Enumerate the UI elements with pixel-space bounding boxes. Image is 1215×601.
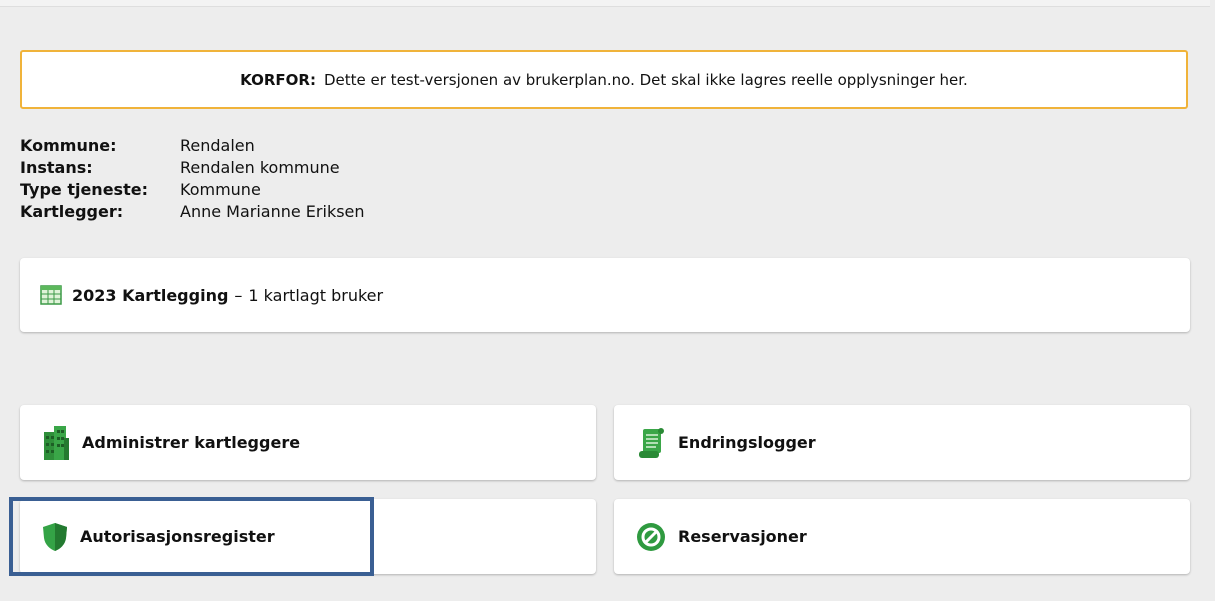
- reservasjoner-button[interactable]: Reservasjoner: [614, 499, 1190, 574]
- warning-text: Dette er test-versjonen av brukerplan.no…: [323, 70, 968, 89]
- survey-card-2023[interactable]: 2023 Kartlegging – 1 kartlagt bruker: [20, 258, 1190, 332]
- info-key: Kommune:: [20, 136, 117, 155]
- buildings-icon: [42, 425, 70, 460]
- endringslogger-button[interactable]: Endringslogger: [614, 405, 1190, 480]
- shield-icon: [42, 522, 68, 552]
- info-value: Anne Marianne Eriksen: [180, 202, 365, 221]
- warning-label: KORFOR:: [240, 70, 316, 89]
- info-value: Rendalen: [180, 136, 255, 155]
- tile-label: Administrer kartleggere: [82, 433, 301, 452]
- survey-title: 2023 Kartlegging: [72, 285, 229, 305]
- info-row-instans: Instans: Rendalen kommune: [20, 157, 365, 179]
- info-key: Kartlegger:: [20, 202, 124, 221]
- info-row-kommune: Kommune: Rendalen: [20, 135, 365, 157]
- info-key: Instans:: [20, 158, 93, 177]
- info-value: Rendalen kommune: [180, 158, 340, 177]
- info-value: Kommune: [180, 180, 261, 199]
- autorisasjonsregister-button[interactable]: Autorisasjonsregister: [20, 499, 596, 574]
- spreadsheet-icon: [40, 285, 62, 305]
- info-key: Type tjeneste:: [20, 180, 148, 199]
- no-entry-icon: [636, 522, 666, 552]
- tile-label: Autorisasjonsregister: [80, 527, 275, 546]
- info-row-type-tjeneste: Type tjeneste: Kommune: [20, 179, 365, 201]
- tile-label: Reservasjoner: [678, 527, 807, 546]
- scroll-icon: [636, 427, 666, 459]
- survey-separator: –: [234, 285, 243, 305]
- administrer-kartleggere-button[interactable]: Administrer kartleggere: [20, 405, 596, 480]
- info-block: Kommune: Rendalen Instans: Rendalen komm…: [20, 135, 365, 223]
- top-bar: [0, 0, 1210, 7]
- test-warning-banner: KORFOR: Dette er test-versjonen av bruke…: [20, 50, 1188, 109]
- info-row-kartlegger: Kartlegger: Anne Marianne Eriksen: [20, 201, 365, 223]
- survey-detail: 1 kartlagt bruker: [248, 285, 384, 305]
- tile-label: Endringslogger: [678, 433, 816, 452]
